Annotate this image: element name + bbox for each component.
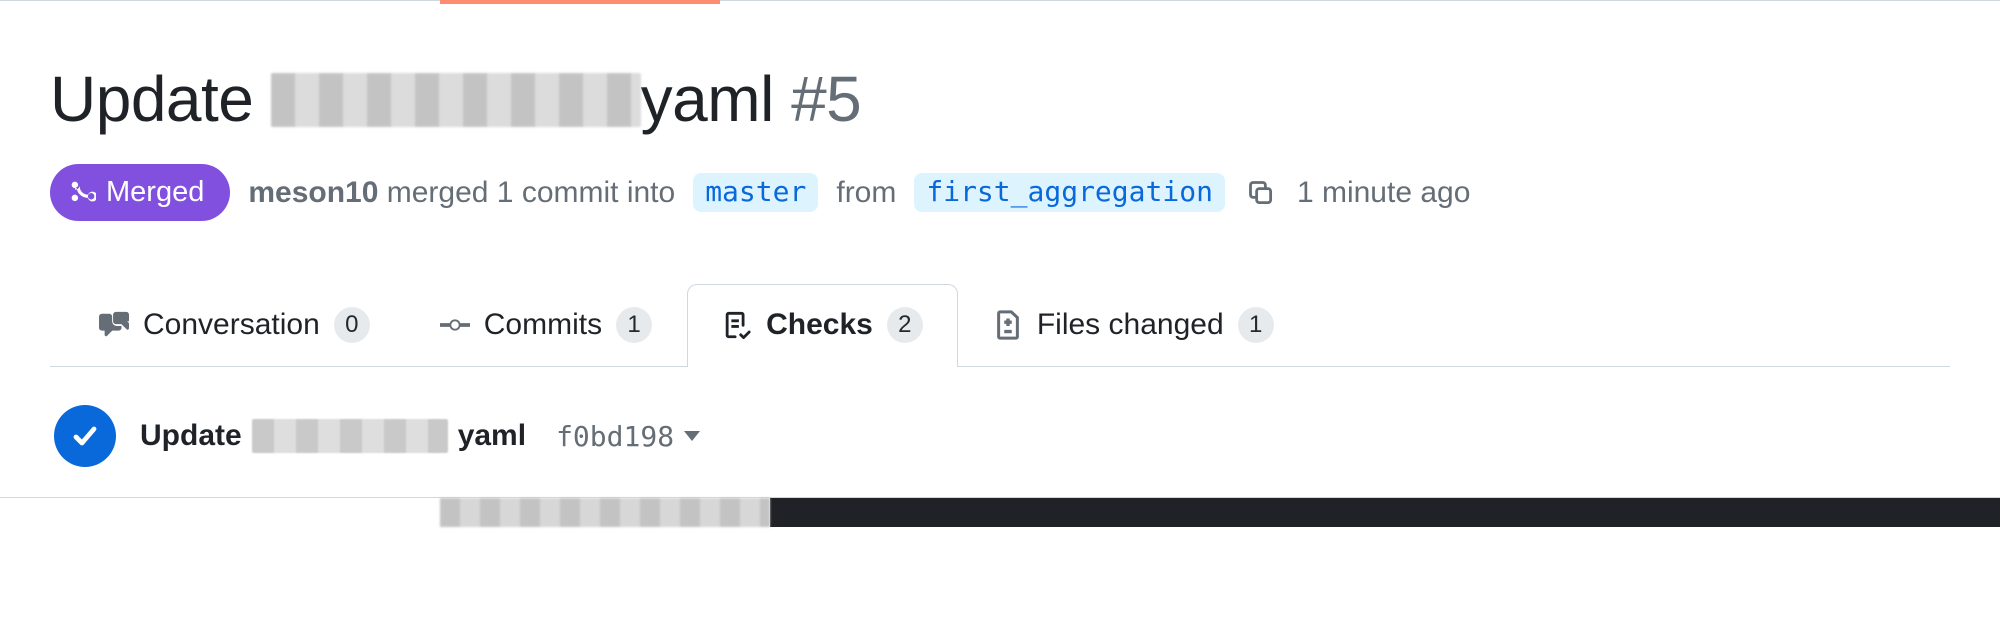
pr-number: #5 [791, 63, 861, 135]
base-branch-label[interactable]: master [693, 173, 818, 212]
tab-checks-label: Checks [766, 308, 873, 342]
commit-title-suffix: yaml [458, 419, 526, 453]
tab-loading-accent [440, 0, 720, 4]
check-run-title[interactable]: Update yaml [140, 419, 526, 453]
git-commit-icon [440, 310, 470, 340]
file-diff-icon [993, 310, 1023, 340]
tab-checks-count: 2 [887, 307, 923, 343]
pr-title: Update yaml #5 [50, 64, 861, 134]
tab-commits-label: Commits [484, 308, 602, 342]
strip-dark-panel [770, 498, 2000, 527]
pr-title-prefix: Update [50, 63, 253, 135]
caret-down-icon [684, 431, 700, 441]
tab-conversation-count: 0 [334, 307, 370, 343]
pr-tabnav: Conversation 0 Commits 1 Checks 2 [50, 283, 1950, 367]
status-success-badge [54, 405, 116, 467]
check-icon [69, 420, 101, 452]
state-badge-label: Merged [106, 176, 204, 209]
merged-text: merged 1 commit into [387, 176, 675, 209]
tab-conversation[interactable]: Conversation 0 [64, 284, 405, 367]
pr-title-redacted [271, 73, 641, 127]
tab-files-label: Files changed [1037, 308, 1224, 342]
pr-title-row: Update yaml #5 [50, 64, 1950, 134]
from-word: from [836, 176, 896, 210]
head-branch-label[interactable]: first_aggregation [914, 173, 1225, 212]
pr-meta-row: Merged meson10 merged 1 commit into mast… [50, 164, 1950, 221]
checklist-icon [722, 310, 752, 340]
checks-sidebar-strip [0, 497, 2000, 527]
time-ago: 1 minute ago [1297, 176, 1470, 210]
window-top-border [0, 0, 2000, 4]
state-badge-merged: Merged [50, 164, 230, 221]
tab-commits-count: 1 [616, 307, 652, 343]
check-run-header: Update yaml f0bd198 [50, 405, 1950, 467]
commit-sha: f0bd198 [556, 420, 674, 453]
tab-files-count: 1 [1238, 307, 1274, 343]
tab-files-changed[interactable]: Files changed 1 [958, 284, 1309, 367]
commit-sha-dropdown[interactable]: f0bd198 [550, 416, 706, 457]
commit-title-prefix: Update [140, 419, 242, 453]
commit-title-redacted [252, 419, 448, 453]
copy-branch-icon[interactable] [1243, 175, 1279, 211]
strip-redacted [440, 498, 770, 527]
pr-title-suffix: yaml [641, 63, 774, 135]
tab-checks[interactable]: Checks 2 [687, 284, 958, 367]
git-merge-icon [70, 180, 96, 206]
author-link[interactable]: meson10 [248, 176, 378, 209]
tab-commits[interactable]: Commits 1 [405, 284, 687, 367]
tab-conversation-label: Conversation [143, 308, 320, 342]
comment-discussion-icon [99, 310, 129, 340]
